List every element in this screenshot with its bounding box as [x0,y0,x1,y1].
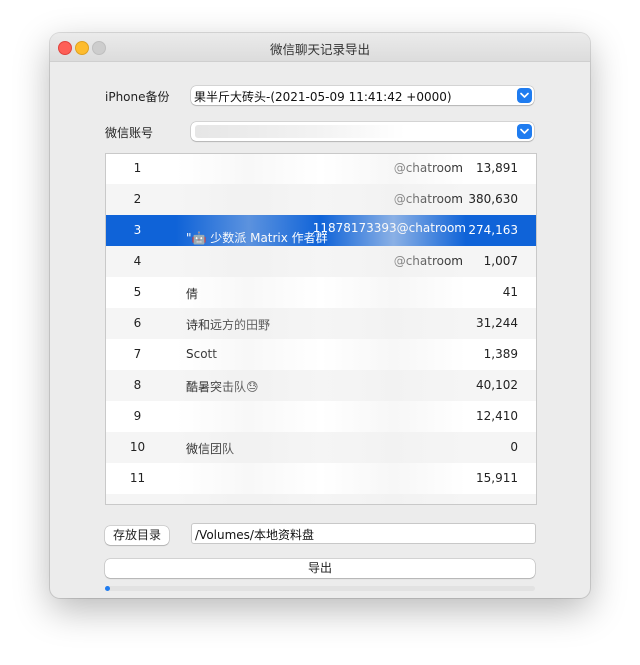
table-row[interactable]: 1 @chatroom 13,891 [106,154,536,184]
row-name: 酷暑突击队😓 [186,380,259,394]
table-row[interactable]: 8 酷暑突击队😓 40,102 [106,370,536,401]
row-message-count: 13,891 [476,161,518,175]
export-progress-fill [105,586,111,591]
table-row[interactable]: 7 Scott 1,389 [106,339,536,370]
table-row[interactable]: 4 @chatroom 1,007 [106,246,536,277]
row-index: 6 [133,316,142,330]
row-message-count: 380,630 [468,192,518,206]
backup-select-value: 果半斤大砖头-(2021-05-09 11:41:42 +0000) [194,90,452,104]
row-message-count: 31,244 [476,316,518,330]
row-index: 8 [133,378,142,392]
row-index: 3 [133,223,142,237]
row-chat-id: 11878173393@chatroom [312,221,466,235]
row-index: 9 [133,409,142,423]
directory-path-field[interactable]: /Volumes/本地资料盘 [191,523,536,544]
row-index: 2 [133,192,142,206]
title-bar: 微信聊天记录导出 [50,33,590,62]
row-chat-id: @chatroom [393,192,463,206]
choose-directory-button[interactable]: 存放目录 [105,526,169,545]
export-progress-bar [105,586,535,591]
row-message-count: 1,007 [483,254,518,268]
window-title: 微信聊天记录导出 [269,42,370,57]
app-window: 微信聊天记录导出 iPhone备份 果半斤大砖头-(2021-05-09 11:… [50,33,590,598]
row-index: 11 [129,471,146,485]
row-name: Scott [186,347,217,361]
row-message-count: 0 [510,440,518,454]
row-index: 5 [133,285,142,299]
row-chat-id: @chatroom [393,161,463,175]
export-button[interactable]: 导出 [105,559,535,578]
row-message-count: 40,102 [476,378,518,392]
row-message-count: 274,163 [468,223,518,237]
directory-path-text: /Volumes/本地资料盘 [195,528,314,542]
table-row[interactable]: 6 诗和远方的田野 31,244 [106,308,536,339]
row-message-count: 12,410 [476,409,518,423]
account-label: 微信账号 [105,126,154,140]
backup-label: iPhone备份 [105,90,170,104]
table-row[interactable]: 10 微信团队 0 [106,432,536,463]
row-name: 微信团队 [186,442,235,456]
row-name: 倩 [186,287,199,301]
row-message-count: 41 [502,285,518,299]
chevron-down-icon[interactable] [517,124,532,139]
table-row[interactable]: 9 12,410 [106,401,536,432]
row-message-count: 1,389 [483,347,518,361]
row-chat-id: @chatroom [393,254,463,268]
chat-table[interactable]: 121115,91110微信团队0912,4108酷暑突击队😓40,1027Sc… [105,153,537,505]
chevron-down-icon[interactable] [517,88,532,103]
account-select-value [195,125,405,138]
row-name: "🤖 少数派 Matrix 作者群 [186,231,328,245]
table-row[interactable]: 2 @chatroom 380,630 [106,184,536,215]
row-name: 诗和远方的田野 [186,318,271,332]
row-message-count: 15,911 [476,471,518,485]
table-row[interactable]: 3 "🤖 少数派 Matrix 作者群 11878173393@chatroom 27… [106,215,536,246]
row-index: 12 [106,502,169,504]
row-index: 1 [133,161,142,175]
backup-select[interactable]: 果半斤大砖头-(2021-05-09 11:41:42 +0000) [191,86,534,105]
account-select[interactable] [191,122,534,141]
table-row[interactable]: 12 [106,494,536,504]
row-index: 10 [129,440,146,454]
table-row[interactable]: 11 15,911 [106,463,536,494]
table-row[interactable]: 5 倩 41 [106,277,536,308]
row-index: 4 [133,254,142,268]
row-index: 7 [133,347,142,361]
